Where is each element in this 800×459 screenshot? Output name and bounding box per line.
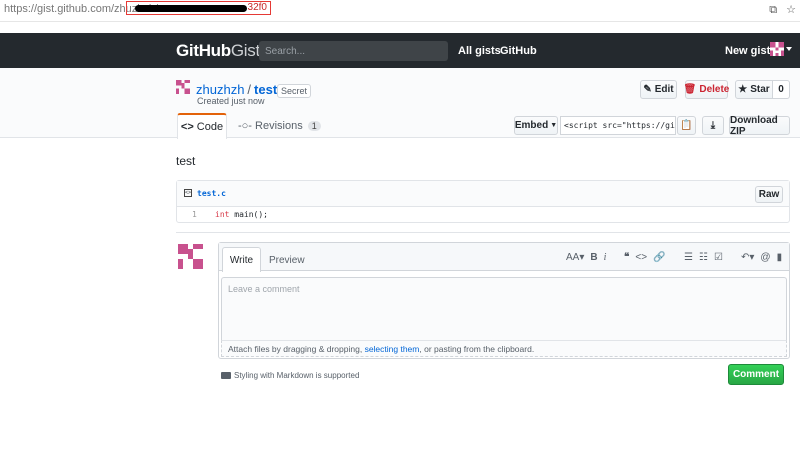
bookmark-icon[interactable]: ☆	[786, 4, 796, 16]
browser-url-bar[interactable]: https://gist.github.com/zhuzhzh/ 32f0 ⧉ …	[0, 0, 800, 22]
toolbar-insert-group: ❝ <> 🔗	[624, 252, 672, 263]
bold-icon[interactable]: B	[590, 252, 597, 263]
title-separator: /	[247, 82, 252, 97]
edit-button[interactable]: ✎ Edit	[640, 80, 677, 99]
secret-badge: Secret	[277, 84, 312, 98]
commenter-avatar[interactable]	[178, 244, 203, 269]
tab-code[interactable]: <> Code	[177, 113, 227, 139]
revisions-count: 1	[307, 121, 321, 131]
toolbar-list-group: ☰ ☷ ☑	[684, 252, 729, 263]
chevron-down-icon: ▼	[550, 122, 558, 129]
line-number[interactable]: 1	[192, 210, 197, 219]
toolbar-extra-group: ↶▾ @ ▮	[741, 252, 788, 263]
tab-preview[interactable]: Preview	[269, 255, 305, 266]
github-gist-logo[interactable]: GitHubGist	[176, 41, 260, 61]
pencil-icon: ✎	[643, 84, 652, 95]
comment-textarea[interactable]	[221, 277, 787, 340]
owner-link[interactable]: zhuzhzh	[196, 82, 244, 97]
open-desktop-button[interactable]: ⤓	[702, 116, 724, 135]
user-avatar[interactable]	[770, 42, 784, 56]
star-icon: ★	[738, 84, 748, 95]
gist-title: zhuzhzh / test.c	[196, 82, 288, 97]
comment-form: Write Preview AA▾ Bi ❝ <> 🔗 ☰ ☷ ☑ ↶▾ @ ▮ Attach…	[218, 242, 790, 359]
code-icon: <>	[180, 121, 194, 133]
markdown-note[interactable]: Styling with Markdown is supported	[221, 371, 359, 380]
comment-submit-button[interactable]: Comment	[728, 364, 784, 385]
trash-icon: 🗑	[683, 84, 697, 95]
toolbar-text-group: AA▾ Bi	[566, 252, 612, 263]
raw-button[interactable]: Raw	[755, 186, 783, 203]
new-gist-link[interactable]: New gist	[725, 45, 770, 57]
markdown-icon	[221, 372, 231, 379]
bullet-list-icon[interactable]: ☰	[684, 252, 693, 263]
download-icon: ⤓	[710, 120, 716, 131]
file-header: <> test.c Raw	[177, 181, 789, 207]
section-divider	[176, 232, 790, 233]
mention-icon[interactable]: @	[760, 252, 770, 263]
italic-icon[interactable]: i	[604, 252, 607, 263]
url-redacted-segment: 32f0	[126, 1, 271, 15]
url-tail: 32f0	[247, 2, 267, 13]
code-content: int main();	[215, 210, 268, 219]
clipboard-icon: 📋	[680, 120, 693, 131]
redaction-blob	[135, 5, 247, 12]
text-size-icon[interactable]: AA▾	[566, 252, 584, 263]
file-name-link[interactable]: test.c	[197, 189, 226, 198]
tab-write[interactable]: Write	[222, 247, 261, 272]
translate-icon[interactable]: ⧉	[769, 4, 777, 16]
attach-files-bar[interactable]: Attach files by dragging & dropping, sel…	[221, 340, 787, 357]
numbered-list-icon[interactable]: ☷	[699, 252, 708, 263]
delete-button[interactable]: 🗑 Delete	[683, 80, 729, 99]
file-container: <> test.c Raw 1 int main();	[176, 180, 790, 223]
chevron-down-icon[interactable]	[786, 47, 792, 51]
task-list-icon[interactable]: ☑	[714, 252, 723, 263]
revisions-icon: -○-	[238, 120, 256, 132]
code-line: 1 int main();	[177, 208, 789, 222]
search-input[interactable]	[259, 41, 448, 61]
copy-to-clipboard-button[interactable]: 📋	[677, 116, 696, 135]
embed-dropdown[interactable]: Embed ▼	[514, 116, 558, 135]
download-zip-button[interactable]: Download ZIP	[729, 115, 790, 137]
gist-description: test	[176, 154, 196, 168]
nav-all-gists[interactable]: All gists	[458, 45, 501, 57]
site-header: GitHubGist All gists GitHub New gist	[0, 33, 800, 68]
nav-github[interactable]: GitHub	[500, 45, 537, 57]
star-count[interactable]: 0	[772, 80, 790, 99]
reply-icon[interactable]: ↶▾	[741, 252, 754, 263]
quote-icon[interactable]: ❝	[624, 252, 629, 263]
created-timestamp: Created just now	[197, 96, 265, 106]
browser-icons: ⧉ ☆	[763, 3, 796, 17]
comment-tabs: Write Preview AA▾ Bi ❝ <> 🔗 ☰ ☷ ☑ ↶▾ @ ▮	[219, 243, 789, 272]
star-button[interactable]: ★ Star	[735, 80, 773, 99]
code-file-icon: <>	[184, 189, 192, 197]
bookmark-icon[interactable]: ▮	[777, 252, 783, 263]
link-icon[interactable]: 🔗	[653, 252, 665, 263]
tab-revisions[interactable]: -○- Revisions 1	[238, 120, 321, 132]
embed-code-field[interactable]: <script src="https://gist.	[560, 116, 676, 135]
owner-avatar[interactable]	[176, 80, 190, 94]
select-files-link[interactable]: selecting them	[365, 344, 420, 354]
code-icon[interactable]: <>	[635, 252, 647, 263]
